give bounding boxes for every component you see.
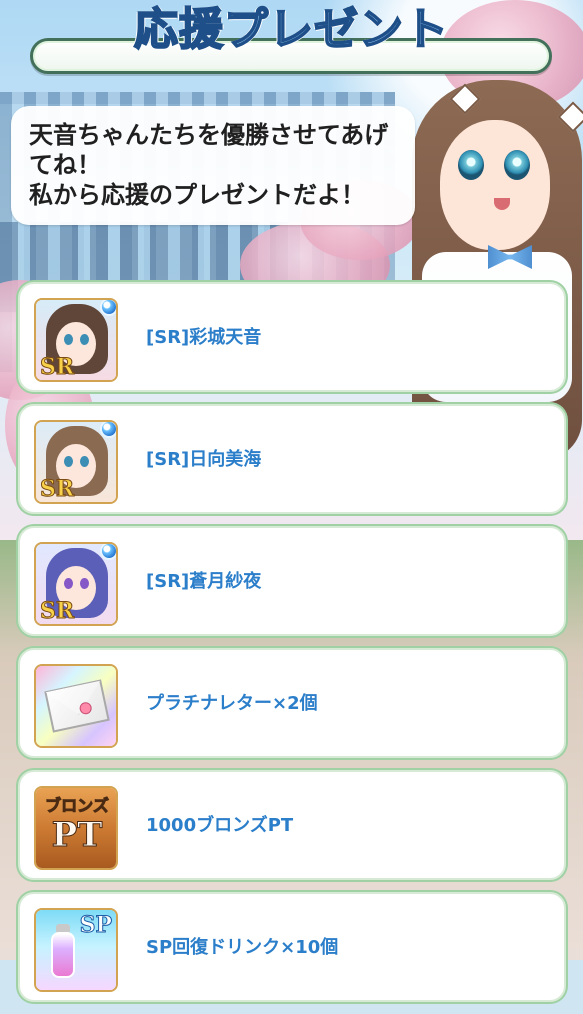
portrait-eye bbox=[64, 334, 73, 345]
reward-thumbnail: SR bbox=[34, 542, 118, 626]
reward-card-letter: プラチナレター×2個 bbox=[18, 648, 566, 758]
reward-card-sr-1: SR [SR]彩城天音 bbox=[18, 282, 566, 392]
speech-line: 天音ちゃんたちを優勝させてあげ bbox=[29, 121, 389, 149]
portrait-eye bbox=[64, 578, 73, 589]
reward-card-bronze: ブロンズ PT 1000ブロンズPT bbox=[18, 770, 566, 880]
speech-line: てね！ bbox=[29, 151, 101, 179]
reward-thumbnail: SP bbox=[34, 908, 118, 992]
seal-icon bbox=[78, 701, 93, 716]
reward-label: SP回復ドリンク×10個 bbox=[146, 937, 339, 958]
page-title: 応援プレゼント bbox=[133, 3, 449, 56]
portrait-eye bbox=[80, 456, 89, 467]
sp-icon-text: SP bbox=[79, 912, 112, 938]
reward-label: プラチナレター×2個 bbox=[146, 693, 318, 714]
reward-card-sr-3: SR [SR]蒼月紗夜 bbox=[18, 526, 566, 636]
reward-label: [SR]蒼月紗夜 bbox=[146, 571, 262, 592]
sr-character-portrait-icon: SR bbox=[36, 300, 116, 380]
reward-thumbnail bbox=[34, 664, 118, 748]
platinum-letter-icon bbox=[36, 666, 116, 746]
attribute-orb-icon bbox=[100, 422, 116, 438]
rarity-badge: SR bbox=[39, 476, 75, 502]
sr-character-portrait-icon: SR bbox=[36, 422, 116, 502]
reward-thumbnail: ブロンズ PT bbox=[34, 786, 118, 870]
rarity-badge: SR bbox=[39, 598, 75, 624]
reward-card-drink: SP SP回復ドリンク×10個 bbox=[18, 892, 566, 1002]
bronze-pt-icon: ブロンズ PT bbox=[36, 788, 116, 868]
character-left-eye bbox=[458, 150, 484, 180]
sr-character-portrait-icon: SR bbox=[36, 544, 116, 624]
attribute-orb-icon bbox=[100, 544, 116, 560]
character-right-eye bbox=[504, 150, 530, 180]
drink-bottle-icon bbox=[51, 932, 75, 978]
attribute-orb-icon bbox=[100, 300, 116, 316]
sp-drink-icon: SP bbox=[36, 910, 116, 990]
envelope-icon bbox=[44, 679, 110, 733]
reward-label: [SR]日向美海 bbox=[146, 449, 262, 470]
rarity-badge: SR bbox=[39, 354, 75, 380]
portrait-eye bbox=[80, 578, 89, 589]
speech-line: 私から応援のプレゼントだよ！ bbox=[29, 181, 365, 209]
reward-label: 1000ブロンズPT bbox=[146, 815, 294, 836]
portrait-eye bbox=[80, 334, 89, 345]
reward-thumbnail: SR bbox=[34, 420, 118, 504]
reward-thumbnail: SR bbox=[34, 298, 118, 382]
bronze-icon-top-text: ブロンズ bbox=[45, 796, 110, 815]
character-face bbox=[440, 120, 550, 250]
bronze-icon-main-text: PT bbox=[51, 815, 103, 855]
reward-label: [SR]彩城天音 bbox=[146, 327, 262, 348]
speech-bubble: 天音ちゃんたちを優勝させてあげ てね！ 私から応援のプレゼントだよ！ bbox=[11, 106, 415, 225]
portrait-eye bbox=[64, 456, 73, 467]
reward-list: SR [SR]彩城天音 SR [SR]日向美海 SR [SR]蒼月紗夜 プラチナ… bbox=[18, 282, 566, 1014]
reward-card-sr-2: SR [SR]日向美海 bbox=[18, 404, 566, 514]
